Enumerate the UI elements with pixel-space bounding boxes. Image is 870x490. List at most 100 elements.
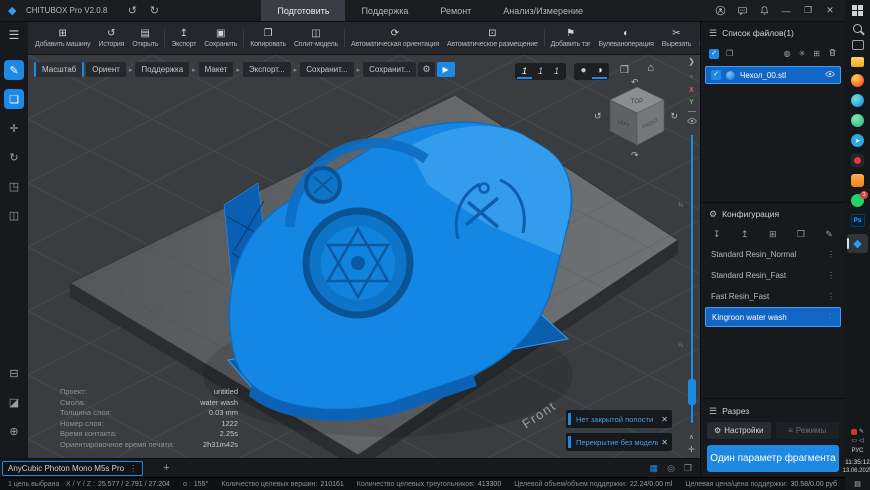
transform-icon[interactable]: ✛ [688,445,695,454]
whatsapp-icon[interactable]: 3 [851,194,864,207]
toolbar-auto-placement[interactable]: ⊡Автоматическое размещение [443,22,542,54]
search-icon[interactable] [853,24,862,33]
toolbar-cut[interactable]: ✂Вырезать [658,22,696,54]
close-icon[interactable]: ✕ [821,3,839,19]
notifications-bell-icon[interactable] [755,3,773,19]
restore-icon[interactable]: ❐ [799,3,817,19]
group-icon[interactable]: ❐ [726,49,733,58]
firefox-icon[interactable] [851,74,864,87]
profile-kingroon-water-wash[interactable]: Kingroon water wash ⋮ [705,307,841,327]
clock-time[interactable]: 11:35:12 [845,459,870,466]
feedback-icon[interactable] [733,3,751,19]
pen-input-icon[interactable]: ✎ [859,428,864,435]
move-tool-icon[interactable]: ✛ [4,118,24,138]
workflow-step-save2[interactable]: Сохранит... [363,62,416,77]
printer-tab[interactable]: AnyCubic Photon Mono M5s Pro ⋮ [2,461,143,476]
toolbar-add-tag[interactable]: ⚑Добавить тэг [547,22,595,54]
photoshop-icon[interactable]: Ps [851,214,865,227]
slice-single-param-button[interactable]: Один параметр фрагмента [707,445,839,472]
shading-transparent-icon[interactable]: ◑ [592,64,607,79]
navigation-cube[interactable]: TOP LEFT FRONT ↶ ↺ ↻ ↷ [598,81,676,157]
rotate-left-icon[interactable]: ↺ [594,111,602,122]
edit-profile-icon[interactable]: ✎ [825,229,833,240]
layer-slider-handle[interactable] [688,379,696,405]
orange-files-icon[interactable] [851,174,864,187]
view-mode-3-icon[interactable]: 1 [549,64,564,79]
toolbar-export[interactable]: ↥Экспорт [167,22,200,54]
plate-grid-icon[interactable]: ▦ [650,463,659,474]
preview-icon[interactable]: ◎ [667,463,675,474]
add-printer-button[interactable]: + [163,462,169,474]
toolbar-auto-orientation[interactable]: ⟳Автоматическая ориентация [347,22,443,54]
slice-modes-button[interactable]: ≡ Режимы [776,422,840,439]
collapse-panel-icon[interactable]: ❯ [688,57,695,66]
visibility-icon[interactable]: ◍ [784,49,791,58]
view-mode-2-icon[interactable]: 1 [533,64,548,79]
profile-fast-resin-fast[interactable]: Fast Resin_Fast ⋮ [705,286,841,306]
redo-icon[interactable]: ↻ [143,4,165,17]
tab-prepare[interactable]: Подготовить [261,0,345,21]
toolbar-split-model[interactable]: ◫Сплит-модель [290,22,342,54]
task-view-icon[interactable] [852,40,864,50]
import-profile-icon[interactable]: ❒ [797,229,805,240]
toolbar-boolean-operation[interactable]: ◐Булеваноперация [594,22,657,54]
frame-icon[interactable]: ▫ [690,72,693,81]
download-profile-icon[interactable]: ↧ [713,229,721,240]
support-pen-tool-icon[interactable]: ✎ [4,60,24,80]
green-app-icon[interactable] [851,114,864,127]
clock-date[interactable]: 13.06.2025 [842,468,870,474]
select-tool-icon[interactable]: ❏ [4,89,24,109]
workflow-settings-gear-icon[interactable]: ⚙ [418,62,434,77]
toolbar-copy[interactable]: ❐Копировать [246,22,290,54]
explode-icon[interactable]: ✳ [799,49,806,58]
navcube-top-label[interactable]: TOP [631,99,643,105]
axis-x-toggle[interactable]: X [689,87,694,94]
rotate-right-icon[interactable]: ↻ [670,111,678,122]
workflow-step-export[interactable]: Экспорт... [243,62,291,77]
workflow-step-save1[interactable]: Сохранит... [300,62,353,77]
visibility-eye-icon[interactable] [687,117,697,127]
shading-solid-icon[interactable]: ● [576,64,591,79]
rotate-down-icon[interactable]: ↷ [631,150,639,161]
workflow-step-layout[interactable]: Макет [199,62,234,77]
toolbar-history[interactable]: ↺История [94,22,128,54]
tab-repair[interactable]: Ремонт [424,0,487,21]
file-visibility-eye-icon[interactable] [825,70,835,80]
notification-center-icon[interactable]: ▤ [854,480,861,488]
delete-trash-icon[interactable] [828,48,837,59]
account-icon[interactable] [711,3,729,19]
printer-menu-kebab-icon[interactable]: ⋮ [129,464,137,473]
scale-tool-icon[interactable]: ◳ [4,176,24,196]
layer-slider[interactable]: ¾ ¼ [684,131,699,429]
tray-red-app-icon[interactable] [851,429,857,435]
eraser-icon[interactable]: ◪ [4,392,24,412]
undo-icon[interactable]: ↺ [121,4,143,17]
view-mode-1-icon[interactable]: 1 [517,64,532,79]
chitubox-taskbar-icon[interactable]: ◆ [847,234,868,253]
home-view-icon[interactable]: ⌂ [647,62,654,74]
bounds-icon[interactable]: ❒ [684,463,692,474]
rotate-up-icon[interactable]: ↶ [631,77,639,88]
rotate-tool-icon[interactable]: ↻ [4,147,24,167]
axis-y-toggle[interactable]: Y [689,99,694,106]
chevron-up-icon[interactable]: ∧ [689,433,694,441]
toast-close-icon[interactable]: ✕ [658,415,668,424]
profile-kebab-icon[interactable]: ⋮ [826,313,834,322]
viewport-3d[interactable]: Front [28,55,700,458]
add-profile-icon[interactable]: ⊞ [769,229,777,240]
toast-close-icon[interactable]: ✕ [658,438,668,447]
upload-profile-icon[interactable]: ↥ [741,229,749,240]
select-all-checkbox[interactable]: ✓ [709,49,719,59]
edge-browser-icon[interactable] [851,94,864,107]
display-tray-icon[interactable]: ▭ [851,437,857,444]
language-indicator[interactable]: РУС [851,448,863,454]
start-button-icon[interactable] [852,5,864,17]
workflow-step-scale[interactable]: Масштаб [34,62,84,77]
profile-kebab-icon[interactable]: ⋮ [827,250,835,259]
iso-cube-icon[interactable]: ❒ [617,63,632,80]
mirror-tool-icon[interactable]: ◫ [4,205,24,225]
profile-standard-resin-fast[interactable]: Standard Resin_Fast ⋮ [705,265,841,285]
toolbar-save[interactable]: ▣Сохранить [200,22,241,54]
volume-tray-icon[interactable]: ◁ [859,437,864,444]
tab-analyze-measure[interactable]: Анализ/Измерение [487,0,599,21]
